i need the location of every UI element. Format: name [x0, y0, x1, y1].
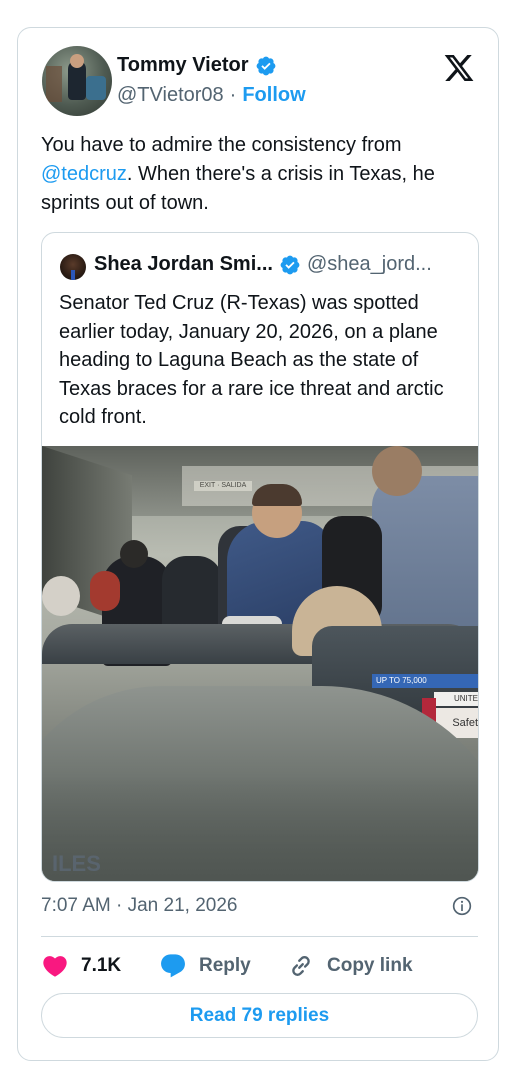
- quoted-author-avatar: [60, 254, 86, 280]
- quoted-tweet[interactable]: Shea Jordan Smi... @shea_jord... Senator…: [41, 232, 479, 882]
- reply-bubble-icon: [161, 954, 185, 978]
- copy-link-label: Copy link: [327, 955, 413, 976]
- seat-text: ILES: [52, 851, 101, 876]
- tweet-timestamp[interactable]: 7:07 AM · Jan 21, 2026: [41, 895, 237, 917]
- tweet-text-part: You have to admire the consistency from: [41, 134, 402, 156]
- mention-link[interactable]: @tedcruz: [41, 163, 127, 185]
- separator-dot: ·: [229, 84, 237, 106]
- divider: [41, 936, 478, 937]
- link-icon: [292, 956, 310, 976]
- airplane-cabin-photo[interactable]: EXIT · SALIDA UP TO 75,000 UNITE Safet I…: [42, 446, 478, 881]
- follow-button[interactable]: Follow: [242, 84, 305, 107]
- verified-badge-icon: [280, 255, 300, 274]
- quoted-author-row: Shea Jordan Smi... @shea_jord...: [94, 253, 432, 276]
- author-display-name[interactable]: Tommy Vietor: [117, 54, 249, 77]
- author-name-row: Tommy Vietor: [117, 54, 277, 77]
- quoted-display-name: Shea Jordan Smi...: [94, 253, 273, 275]
- verified-badge-icon: [256, 56, 275, 75]
- reply-button[interactable]: Reply: [159, 952, 287, 980]
- tweet-text: You have to admire the consistency from …: [41, 131, 481, 218]
- x-logo-icon[interactable]: [442, 52, 476, 84]
- quoted-handle: @shea_jord...: [306, 253, 432, 275]
- read-replies-label: Read 79 replies: [189, 1004, 330, 1026]
- author-handle-row: @TVietor08 · Follow: [117, 84, 306, 107]
- read-replies-button[interactable]: Read 79 replies: [41, 993, 478, 1038]
- author-handle[interactable]: @TVietor08: [117, 84, 224, 107]
- seat-banner: UP TO 75,000: [372, 674, 478, 688]
- reply-label: Reply: [199, 955, 251, 976]
- heart-icon: [43, 956, 67, 977]
- author-avatar[interactable]: [42, 46, 112, 116]
- info-icon[interactable]: [452, 896, 472, 916]
- action-bar: 7.1K Reply Copy link: [41, 950, 413, 982]
- copy-link-button[interactable]: Copy link: [287, 952, 413, 980]
- like-button[interactable]: 7.1K: [41, 952, 159, 980]
- like-count: 7.1K: [81, 955, 122, 976]
- tweet-embed-card: Tommy Vietor @TVietor08 · Follow You hav…: [17, 27, 499, 1061]
- seat-card-brand: UNITE: [434, 692, 478, 706]
- exit-sign: EXIT · SALIDA: [194, 481, 252, 491]
- quoted-text: Senator Ted Cruz (R-Texas) was spotted e…: [59, 292, 444, 428]
